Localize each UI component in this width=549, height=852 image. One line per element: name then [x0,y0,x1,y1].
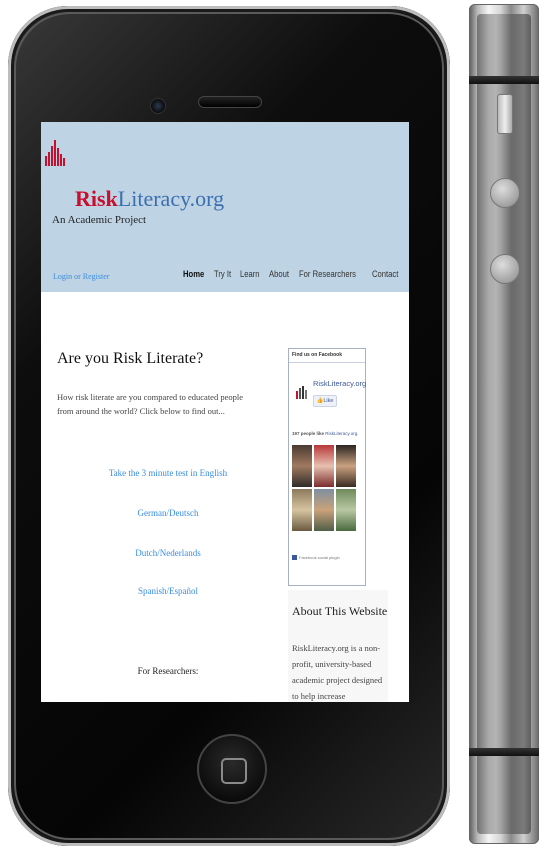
fan-avatar[interactable] [314,489,334,531]
main-nav: Home Try It Learn About For Researchers … [183,269,403,279]
facebook-plugin-text: Facebook social plugin [299,555,340,560]
for-researchers-heading: For Researchers: [137,666,199,676]
facebook-widget: Find us on Facebook RiskLiteracy.org 👍Li… [288,348,366,586]
volume-down-button [490,254,520,284]
home-square-icon [221,758,247,784]
earpiece-speaker [198,96,262,108]
facebook-like-count: 197 people like RiskLiteracy.org. [292,431,359,436]
facebook-fan-photos [292,445,356,531]
side-antenna-band-bottom [469,748,539,756]
facebook-like-button[interactable]: 👍Like [313,395,337,407]
facebook-people-count: 197 people like [292,431,325,436]
facebook-page-logo-icon [296,386,307,399]
fan-avatar[interactable] [292,489,312,531]
about-box: About This Website RiskLiteracy.org is a… [288,590,388,702]
page-content: Are you Risk Literate? How risk literate… [41,292,409,702]
intro-text: How risk literate are you compared to ed… [57,392,243,416]
logo-rest: Literacy.org [117,186,225,211]
phone-side-view [469,4,539,844]
page-heading: Are you Risk Literate? [57,350,204,367]
mute-switch [497,94,513,134]
german-test-link[interactable]: German/Deutsch [93,508,243,518]
nav-try-it[interactable]: Try It [214,269,231,279]
nav-about[interactable]: About [269,269,289,279]
login-register-link[interactable]: Login or Register [53,272,109,281]
side-glass [477,14,531,834]
fan-avatar[interactable] [292,445,312,487]
volume-up-button [490,178,520,208]
phone-screen: RiskLiteracy.org An Academic Project Log… [41,122,409,702]
about-text: RiskLiteracy.org is a non-profit, univer… [292,643,383,701]
dutch-test-link[interactable]: Dutch/Nederlands [93,548,243,558]
nav-learn[interactable]: Learn [240,269,260,279]
site-header: RiskLiteracy.org An Academic Project Log… [41,122,409,292]
english-test-link[interactable]: Take the 3 minute test in English [93,468,243,478]
about-heading: About This Website [292,604,388,618]
fan-avatar[interactable] [314,445,334,487]
front-camera-icon [150,98,166,114]
facebook-plugin-label: Facebook social plugin [292,555,340,561]
facebook-page-name[interactable]: RiskLiteracy.org [313,379,366,388]
phone-front: RiskLiteracy.org An Academic Project Log… [8,6,450,846]
logo-brand: Risk [75,186,118,211]
site-logo[interactable]: RiskLiteracy.org [75,186,224,212]
facebook-logo-icon [292,555,297,561]
home-button[interactable] [197,734,267,804]
logo-subtitle: An Academic Project [52,214,147,226]
fan-avatar[interactable] [336,489,356,531]
facebook-people-target[interactable]: RiskLiteracy.org [325,431,357,436]
facebook-widget-header: Find us on Facebook [289,349,365,363]
spanish-test-link[interactable]: Spanish/Español [93,586,243,596]
nav-for-researchers[interactable]: For Researchers [299,269,356,279]
side-antenna-band [469,76,539,84]
nav-contact[interactable]: Contact [372,269,398,279]
fan-avatar[interactable] [336,445,356,487]
nav-home[interactable]: Home [183,269,204,279]
facebook-like-label: Like [323,398,334,404]
